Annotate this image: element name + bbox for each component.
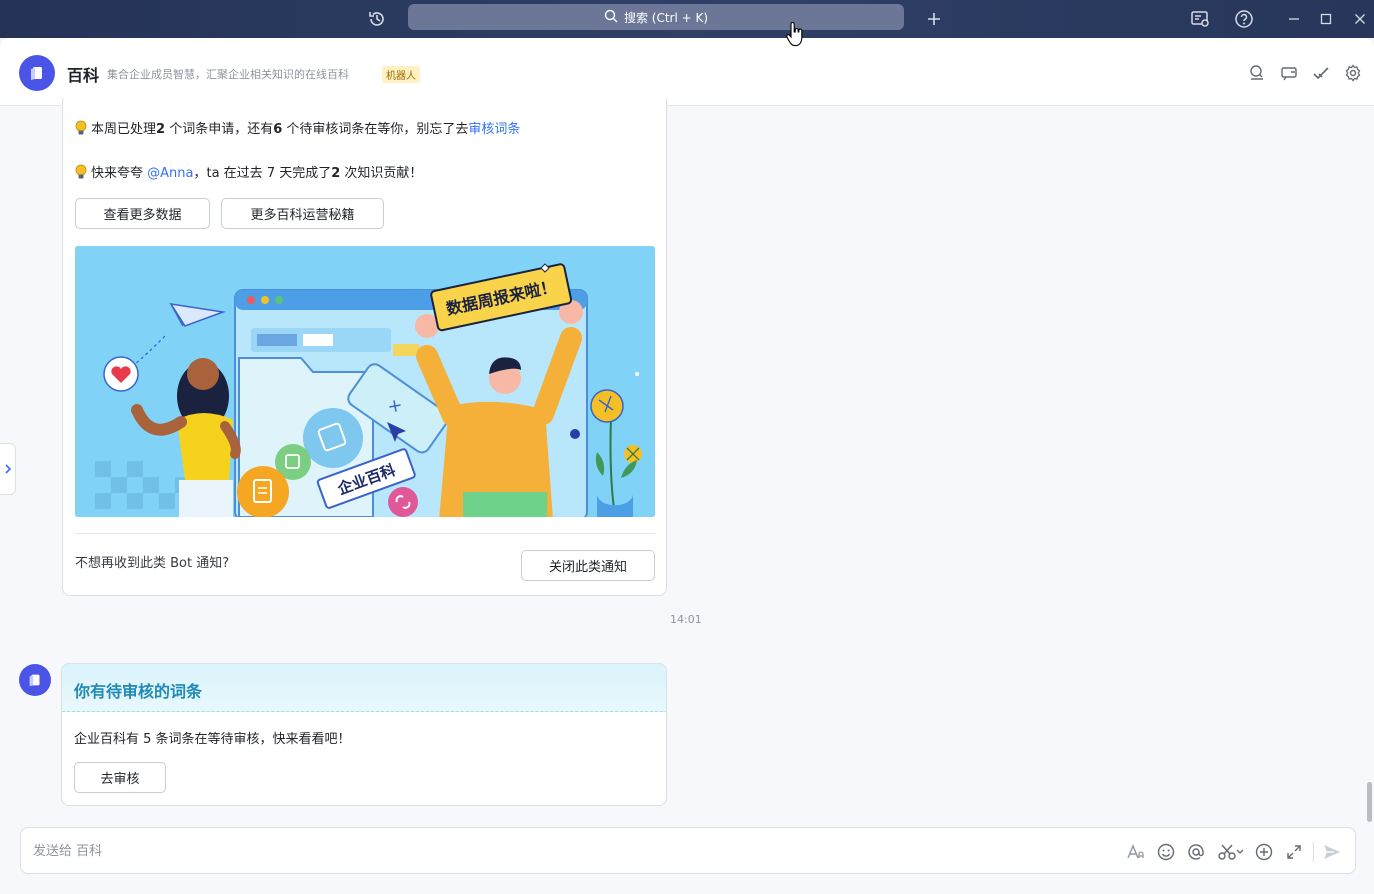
global-search-bar[interactable]: 搜索 (Ctrl + K) — [408, 4, 904, 30]
title-bar: 搜索 (Ctrl + K) — [0, 0, 1374, 38]
workspace-icon[interactable] — [1189, 8, 1211, 30]
unsubscribe-question: 不想再收到此类 Bot 通知? — [75, 556, 230, 571]
close-notification-button[interactable]: 关闭此类通知 — [521, 550, 655, 581]
search-chat-icon[interactable] — [1248, 64, 1266, 82]
pending-review-header: 你有待审核的词条 — [62, 664, 666, 712]
contributor-praise: 快来夸夸 @Anna，ta 在过去 7 天完成了2 次知识贡献！ — [75, 162, 422, 181]
message-input[interactable] — [33, 840, 1033, 862]
bot-description: 集合企业成员智慧，汇聚企业相关知识的在线百科 — [107, 68, 349, 81]
message-timestamp: 14:01 — [670, 613, 702, 626]
emoji-icon[interactable] — [1156, 842, 1176, 862]
weekly-report-banner: 企业百科 数据周报来啦！ — [75, 246, 655, 517]
lightbulb-icon — [75, 164, 87, 179]
mouse-hand-cursor-icon — [786, 22, 803, 47]
new-tab-plus-icon[interactable] — [923, 8, 945, 30]
processed-summary: 本周已处理2 个词条申请，还有6 个待审核词条在等你，别忘了去审核词条 — [75, 118, 520, 137]
message-composer — [20, 827, 1356, 874]
bot-avatar[interactable] — [19, 55, 55, 91]
more-tips-button[interactable]: 更多百科运营秘籍 — [221, 198, 384, 229]
chat-scrollbar[interactable] — [1367, 782, 1372, 822]
toolbar-divider — [1313, 842, 1314, 862]
task-check-icon[interactable] — [1312, 64, 1330, 82]
chevron-right-icon — [4, 464, 11, 474]
search-icon — [604, 9, 618, 26]
send-icon[interactable] — [1322, 842, 1342, 862]
settings-gear-icon[interactable] — [1344, 64, 1362, 82]
weekly-report-card: 本周已处理2 个词条申请，还有6 个待审核词条在等你，别忘了去审核词条 快来夸夸… — [62, 98, 667, 596]
baike-logo-icon — [29, 674, 40, 687]
chat-header: 百科 集合企业成员智慧，汇聚企业相关知识的在线百科 机器人 — [0, 38, 1374, 106]
search-label: 搜索 (Ctrl + K) — [623, 10, 709, 25]
mention-at-icon[interactable] — [1186, 842, 1206, 862]
screenshot-scissors-icon[interactable] — [1217, 842, 1245, 862]
minimize-icon[interactable] — [1283, 8, 1305, 30]
pending-review-title: 你有待审核的词条 — [74, 682, 203, 701]
mention-anna[interactable]: @Anna — [147, 166, 193, 181]
expand-sidebar-tab[interactable] — [0, 443, 16, 495]
baike-logo-icon — [31, 67, 42, 80]
review-entries-link[interactable]: 审核词条 — [468, 122, 520, 137]
text-format-icon[interactable] — [1126, 842, 1146, 862]
go-review-button[interactable]: 去审核 — [74, 762, 166, 793]
view-more-data-button[interactable]: 查看更多数据 — [75, 198, 210, 229]
pending-review-card: 你有待审核的词条 企业百科有 5 条词条在等待审核，快来看看吧！ 去审核 — [61, 663, 667, 806]
banner-illustration: 企业百科 数据周报来啦！ — [75, 246, 655, 517]
bot-badge: 机器人 — [382, 66, 420, 83]
chat-tab-icon[interactable] — [1280, 64, 1298, 82]
chat-panel: 百科 集合企业成员智慧，汇聚企业相关知识的在线百科 机器人 本周已处理2 个词条… — [0, 38, 1374, 894]
maximize-icon[interactable] — [1315, 8, 1337, 30]
pending-review-body: 企业百科有 5 条词条在等待审核，快来看看吧！ — [74, 732, 351, 747]
page-title: 百科 — [67, 66, 100, 85]
close-window-icon[interactable] — [1349, 8, 1371, 30]
history-icon[interactable] — [366, 8, 388, 30]
lightbulb-icon — [75, 120, 87, 135]
card-divider — [75, 533, 655, 534]
help-icon[interactable] — [1233, 8, 1255, 30]
add-plus-circle-icon[interactable] — [1254, 842, 1274, 862]
bot-avatar-message[interactable] — [19, 664, 51, 696]
expand-composer-icon[interactable] — [1284, 842, 1304, 862]
